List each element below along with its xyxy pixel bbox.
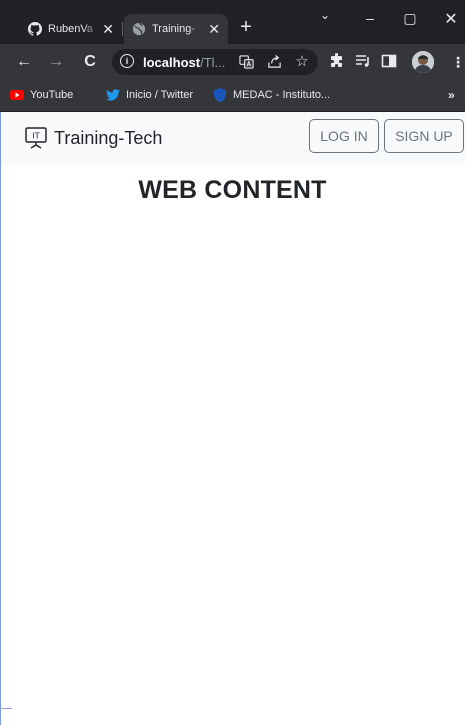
brand-name: Training-Tech — [54, 127, 163, 148]
bookmark-label: Inicio / Twitter — [126, 89, 194, 101]
more-menu-icon[interactable]: ⋮ — [448, 53, 465, 71]
side-panel-icon[interactable] — [379, 53, 399, 74]
globe-icon — [132, 22, 146, 36]
address-bar[interactable]: i localhost/Tl... ☆ — [112, 49, 318, 75]
bookmarks-bar: YouTube Inicio / Twitter MEDAC - Institu… — [0, 80, 465, 112]
page-left-border — [0, 112, 1, 725]
bookmark-medac[interactable]: MEDAC - Instituto... — [213, 88, 330, 102]
site-info-icon[interactable]: i — [120, 54, 134, 68]
bookmark-youtube[interactable]: YouTube — [10, 88, 73, 102]
back-button[interactable]: ← — [14, 53, 34, 71]
page-bottom-border — [0, 708, 12, 709]
signup-button[interactable]: SIGN UP — [384, 119, 464, 153]
site-navbar: IT Training-Tech LOG IN SIGN UP — [0, 112, 465, 164]
web-page: IT Training-Tech LOG IN SIGN UP WEB CONT… — [0, 112, 465, 725]
maximize-button[interactable]: ▢ — [398, 10, 422, 27]
bookmark-star-icon[interactable]: ☆ — [294, 54, 310, 70]
reload-button[interactable]: C — [80, 53, 100, 71]
bookmarks-overflow-button[interactable]: » — [448, 88, 455, 102]
url-path: /Tl... — [200, 55, 226, 70]
tab-title: RubenVa — [48, 23, 94, 35]
github-icon — [28, 22, 42, 36]
close-tab-icon[interactable]: ✕ — [208, 22, 220, 36]
share-icon[interactable] — [266, 54, 282, 70]
browser-toolbar: ← → C i localhost/Tl... ☆ ⋮ — [0, 44, 465, 80]
close-window-button[interactable]: ✕ — [439, 9, 463, 29]
bookmark-label: YouTube — [30, 89, 74, 101]
twitter-icon — [106, 88, 120, 102]
presentation-board-icon: IT — [24, 126, 48, 150]
shield-icon — [213, 88, 227, 102]
brand-icon-text: IT — [32, 132, 39, 141]
tab-rubenva[interactable]: RubenVa ✕ — [20, 14, 122, 44]
youtube-icon — [10, 88, 24, 102]
forward-button[interactable]: → — [46, 53, 66, 71]
url-text[interactable]: localhost/Tl... — [143, 55, 225, 70]
close-tab-icon[interactable]: ✕ — [102, 22, 114, 36]
tab-divider — [122, 22, 123, 36]
site-brand[interactable]: IT Training-Tech — [24, 126, 162, 150]
tab-training-tech[interactable]: Training- ✕ — [124, 14, 228, 44]
tab-title: Training- — [152, 23, 195, 35]
login-button[interactable]: LOG IN — [309, 119, 379, 153]
translate-icon[interactable] — [238, 54, 254, 70]
minimize-button[interactable]: – — [358, 10, 382, 26]
browser-tab-strip: RubenVa ✕ Training- ✕ + ⌄ – ▢ ✕ — [0, 0, 465, 44]
new-tab-button[interactable]: + — [236, 17, 256, 37]
media-controls-icon[interactable] — [353, 53, 373, 73]
url-host: localhost — [143, 55, 201, 70]
page-heading: WEB CONTENT — [138, 176, 327, 204]
tab-search-icon[interactable]: ⌄ — [313, 8, 337, 22]
extensions-icon[interactable] — [327, 53, 347, 73]
profile-avatar[interactable] — [412, 51, 434, 73]
bookmark-twitter[interactable]: Inicio / Twitter — [106, 88, 193, 102]
bookmark-label: MEDAC - Instituto... — [233, 89, 331, 101]
